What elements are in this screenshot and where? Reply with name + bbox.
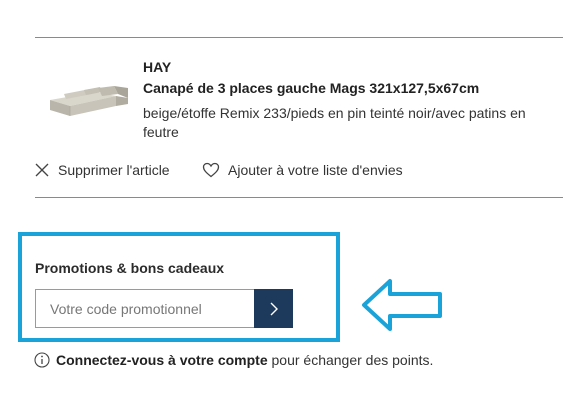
- close-icon: [35, 163, 49, 177]
- chevron-right-icon: [270, 302, 278, 315]
- product-description: beige/étoffe Remix 233/pieds en pin tein…: [143, 105, 526, 140]
- arrow-left-icon: [362, 279, 442, 331]
- product-name[interactable]: Canapé de 3 places gauche Mags 321x127,5…: [143, 80, 479, 96]
- remove-item-button[interactable]: Supprimer l'article: [34, 162, 170, 178]
- promo-submit-button[interactable]: [254, 289, 293, 328]
- heart-icon: [202, 162, 220, 178]
- remove-item-label: Supprimer l'article: [58, 162, 170, 178]
- add-to-wishlist-button[interactable]: Ajouter à votre liste d'envies: [202, 162, 403, 178]
- login-prompt: Connectez-vous à votre compte pour échan…: [34, 352, 433, 368]
- promo-code-input[interactable]: [35, 289, 254, 328]
- product-brand: HAY: [143, 59, 172, 75]
- top-divider: [35, 37, 563, 38]
- login-suffix: pour échanger des points.: [271, 352, 434, 368]
- bottom-divider: [35, 197, 563, 198]
- promo-title: Promotions & bons cadeaux: [35, 260, 225, 276]
- login-link[interactable]: Connectez-vous à votre compte: [56, 352, 268, 368]
- cart-page: HAY Canapé de 3 places gauche Mags 321x1…: [0, 0, 563, 414]
- add-to-wishlist-label: Ajouter à votre liste d'envies: [228, 162, 403, 178]
- info-icon: [34, 352, 50, 368]
- product-image[interactable]: [44, 82, 134, 120]
